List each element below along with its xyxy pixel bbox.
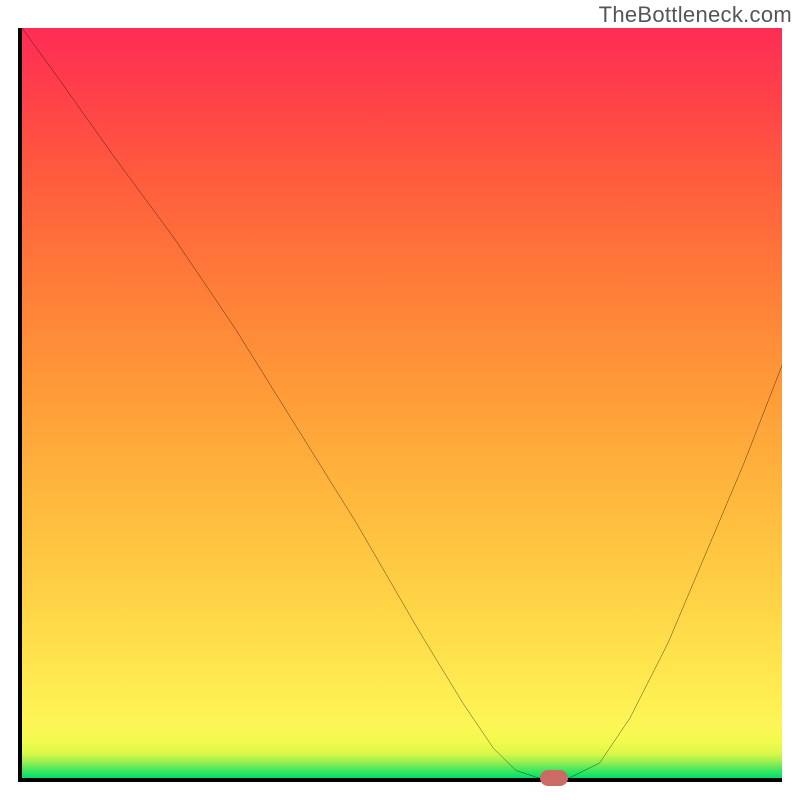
watermark-text: TheBottleneck.com [599, 2, 792, 28]
chart-container: TheBottleneck.com [0, 0, 800, 800]
optimal-point-marker [540, 770, 568, 786]
bottleneck-curve [22, 28, 782, 778]
plot-area [18, 28, 782, 782]
